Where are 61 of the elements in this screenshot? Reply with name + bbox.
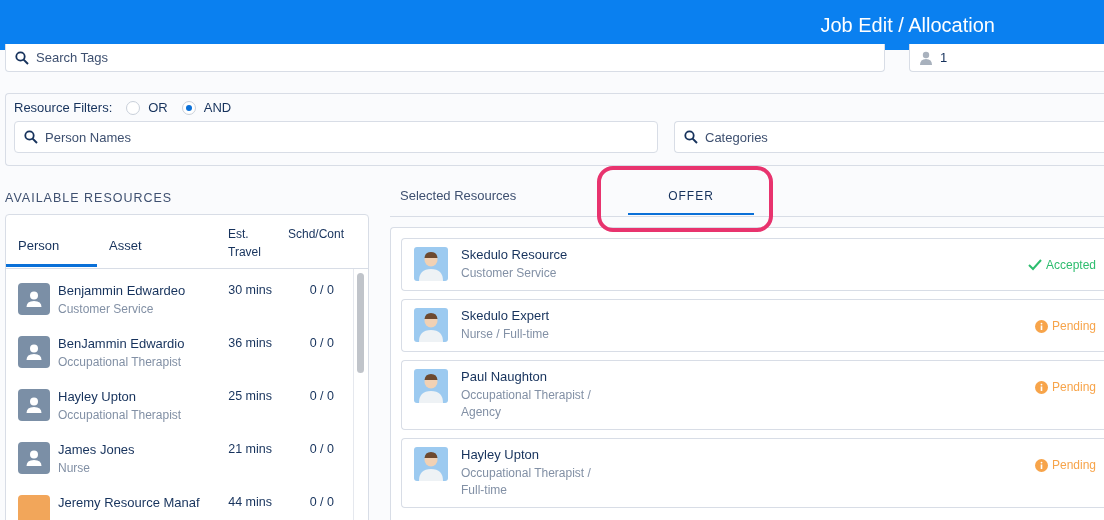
filter-label: Resource Filters:: [14, 100, 113, 115]
avatar-icon: [18, 389, 50, 421]
offer-name: Skedulo Expert: [461, 308, 551, 323]
person-names-field[interactable]: Person Names: [14, 121, 658, 153]
categories-field[interactable]: Categories: [674, 121, 1104, 153]
schedule-count: 0 / 0: [308, 283, 334, 299]
offer-role: Customer Service: [461, 265, 558, 282]
schedule-count: 0 / 0: [308, 389, 334, 405]
avatar-icon: [414, 369, 448, 403]
travel-time: 30 mins: [227, 283, 272, 299]
radio-button[interactable]: [126, 100, 141, 115]
column-header: Schd/Cont: [288, 226, 345, 243]
resource-name[interactable]: Jeremy Resource Manaf: [58, 495, 208, 510]
resource-name[interactable]: James Jones: [58, 442, 208, 457]
radio-label: OR: [148, 100, 168, 115]
resource-role: Nurse: [58, 461, 91, 475]
offer-role: Nurse / Full-time: [461, 326, 550, 343]
info-icon: [1034, 458, 1048, 472]
column-header: Est. Travel: [228, 226, 262, 261]
radio-label: AND: [203, 100, 232, 115]
travel-time: 25 mins: [227, 389, 272, 405]
photo-placeholder: [18, 495, 50, 520]
offer-role: Occupational Therapist / Agency: [461, 387, 592, 421]
offer-status: Accepted: [1027, 257, 1096, 273]
avatar-icon: [414, 308, 448, 342]
avatar-icon: [414, 447, 448, 481]
resource-role: Customer Service: [58, 302, 155, 316]
offer-role: Occupational Therapist / Full-time: [461, 465, 592, 499]
info-icon: [1034, 319, 1048, 333]
search-tags-field[interactable]: Search Tags: [5, 44, 885, 72]
avatar-icon: [414, 247, 448, 281]
radio-button[interactable]: [181, 100, 196, 115]
schedule-count: 0 / 0: [308, 336, 334, 352]
offer-name: Paul Naughton: [461, 369, 548, 384]
offer-name: Skedulo Resource: [461, 247, 569, 262]
travel-time: 44 mins: [227, 495, 272, 511]
section-title: AVAILABLE RESOURCES: [5, 190, 174, 207]
resource-tab[interactable]: Person: [6, 215, 97, 267]
offer-status: Pending: [1034, 457, 1096, 473]
offer-status: Pending: [1034, 379, 1096, 395]
offer-name: Hayley Upton: [461, 447, 541, 462]
check-icon: [1027, 259, 1042, 271]
offer-status: Pending: [1034, 318, 1096, 334]
avatar-icon: [18, 442, 50, 474]
resource-name[interactable]: Benjammin Edwardeo: [58, 283, 208, 298]
avatar-icon: [18, 283, 50, 315]
resource-role: Occupational Therapist: [58, 408, 183, 422]
schedule-count: 0 / 0: [308, 442, 334, 458]
page-title: Job Edit / Allocation: [820, 13, 995, 37]
schedule-count: 0 / 0: [308, 495, 334, 511]
avatar-icon: [18, 336, 50, 368]
resource-name[interactable]: BenJammin Edwardio: [58, 336, 208, 351]
count-field[interactable]: 1: [909, 44, 1104, 72]
info-icon: [1034, 380, 1048, 394]
resource-role: Occupational Therapist: [58, 355, 183, 369]
resource-tab[interactable]: Asset: [97, 215, 188, 267]
panel-tab[interactable]: OFFER: [628, 178, 754, 215]
resource-name[interactable]: Hayley Upton: [58, 389, 208, 404]
travel-time: 36 mins: [227, 336, 272, 352]
travel-time: 21 mins: [227, 442, 272, 458]
panel-tab[interactable]: Selected Resources: [390, 178, 628, 215]
